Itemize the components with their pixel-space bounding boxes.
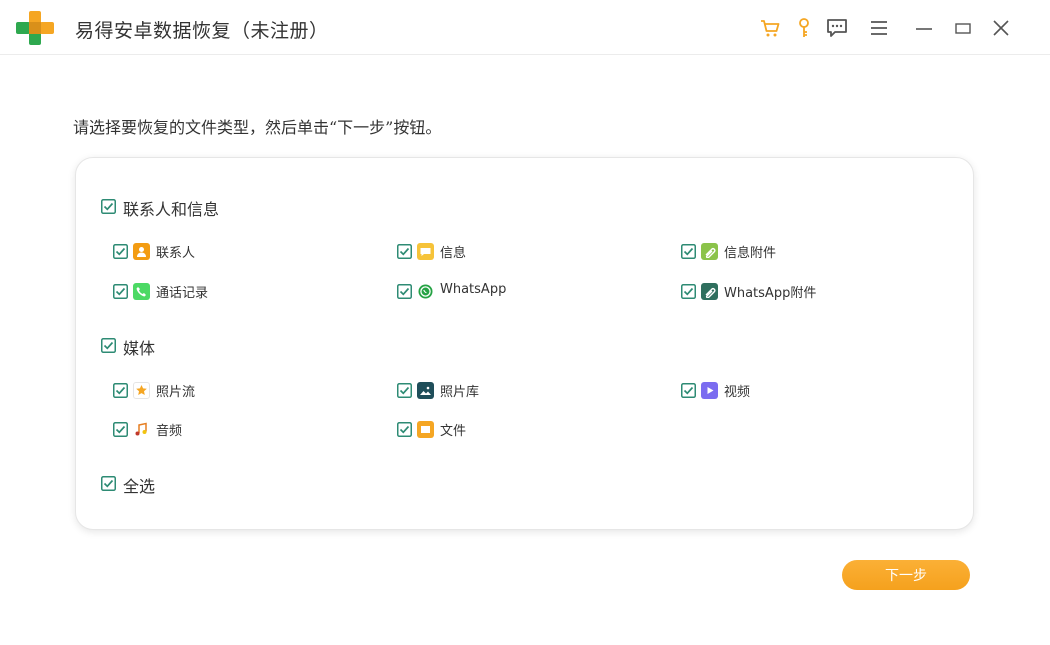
app-title: 易得安卓数据恢复（未注册） (75, 20, 329, 42)
checkbox-video[interactable] (681, 383, 696, 398)
key-icon[interactable] (791, 15, 817, 41)
next-step-button[interactable]: 下一步 (842, 560, 970, 590)
item-label-files: 文件 (440, 424, 467, 439)
whatsapp-icon (417, 283, 434, 300)
checkbox-photo-stream[interactable] (113, 383, 128, 398)
checkbox-files[interactable] (397, 422, 412, 437)
checkbox-photo-library[interactable] (397, 383, 412, 398)
item-label-photo-library: 照片库 (440, 385, 480, 400)
photo-stream-icon (133, 382, 150, 399)
maximize-icon[interactable] (950, 15, 976, 41)
item-label-call-logs: 通话记录 (156, 286, 209, 301)
instruction-text: 请选择要恢复的文件类型，然后单击“下一步”按钮。 (73, 118, 442, 137)
file-type-panel: 联系人和信息 联系人 信息 信息附件 通话记录 WhatsApp WhatsAp… (75, 157, 974, 530)
checkbox-messages[interactable] (397, 244, 412, 259)
checkbox-whatsapp[interactable] (397, 284, 412, 299)
whatsapp-attachment-icon (701, 283, 718, 300)
checkbox-media[interactable] (101, 338, 116, 353)
checkbox-whatsapp-attachments[interactable] (681, 284, 696, 299)
app-logo-icon (16, 11, 54, 45)
title-bar: 易得安卓数据恢复（未注册） (0, 0, 1050, 55)
item-label-whatsapp-attachments: WhatsApp附件 (724, 286, 817, 301)
audio-icon (133, 421, 150, 438)
checkbox-select-all[interactable] (101, 476, 116, 491)
item-label-video: 视频 (724, 385, 751, 400)
item-label-photo-stream: 照片流 (156, 385, 196, 400)
messages-icon (417, 243, 434, 260)
cart-icon[interactable] (757, 15, 783, 41)
item-label-audio: 音频 (156, 424, 183, 439)
item-label-contacts: 联系人 (156, 246, 196, 261)
checkbox-contacts-and-messages[interactable] (101, 199, 116, 214)
contacts-icon (133, 243, 150, 260)
group-label-media: 媒体 (123, 339, 156, 358)
photo-library-icon (417, 382, 434, 399)
item-label-whatsapp: WhatsApp (440, 282, 507, 297)
checkbox-contacts[interactable] (113, 244, 128, 259)
select-all-label: 全选 (123, 477, 156, 496)
attachment-icon (701, 243, 718, 260)
menu-icon[interactable] (866, 15, 892, 41)
checkbox-message-attachments[interactable] (681, 244, 696, 259)
video-icon (701, 382, 718, 399)
minimize-icon[interactable] (911, 15, 937, 41)
checkbox-call-logs[interactable] (113, 284, 128, 299)
feedback-icon[interactable] (824, 15, 850, 41)
group-label-contacts-and-messages: 联系人和信息 (123, 200, 220, 219)
checkbox-audio[interactable] (113, 422, 128, 437)
close-icon[interactable] (988, 15, 1014, 41)
folder-icon (417, 421, 434, 438)
item-label-messages: 信息 (440, 246, 467, 261)
item-label-message-attachments: 信息附件 (724, 246, 777, 261)
phone-icon (133, 283, 150, 300)
